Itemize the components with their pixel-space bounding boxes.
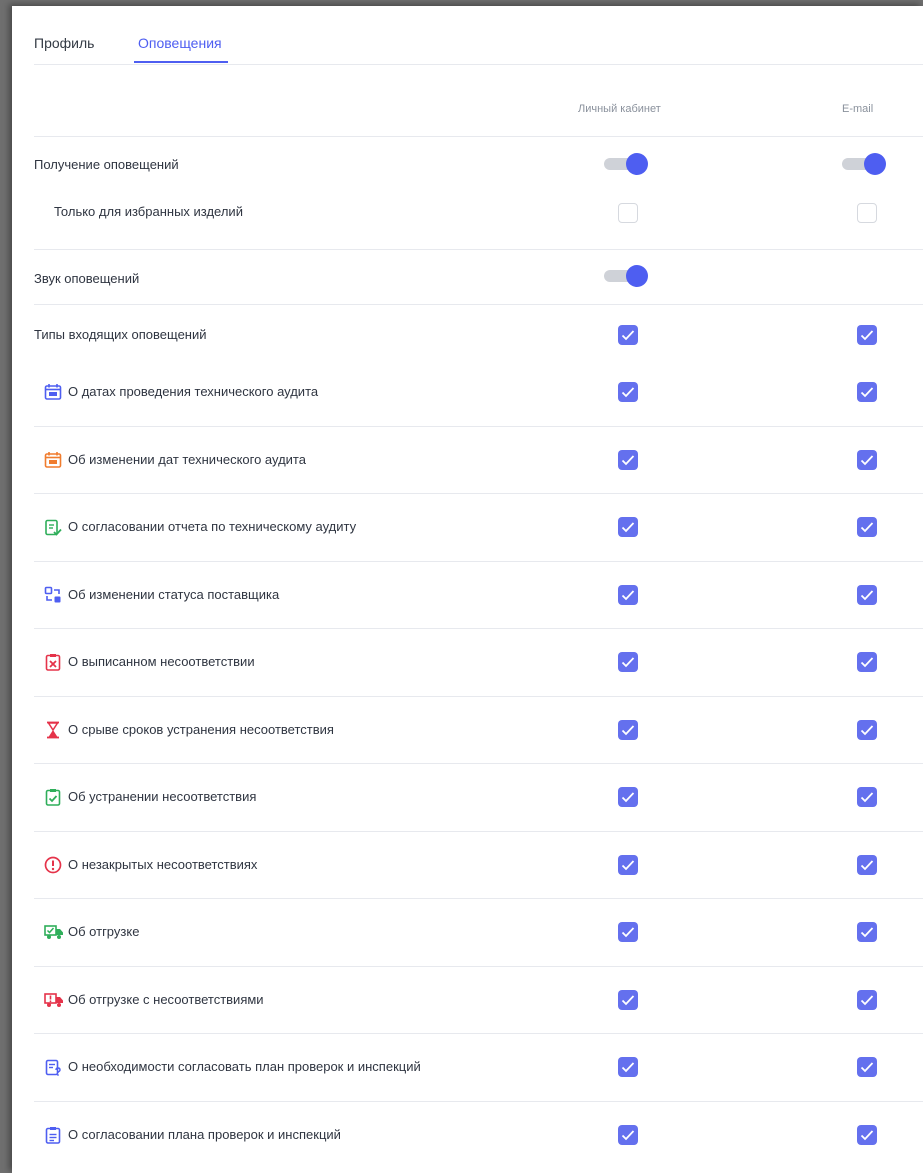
notification-type-label: Об изменении дат технического аудита	[68, 451, 306, 467]
notification-personal-checkbox[interactable]	[618, 787, 638, 807]
calendar-icon	[44, 383, 62, 401]
notification-type-label: О согласовании плана проверок и инспекци…	[68, 1126, 341, 1142]
truck-warning-icon	[44, 991, 63, 1009]
tab-bar: Профиль Оповещения	[34, 6, 923, 65]
toggle-knob	[626, 153, 648, 175]
toggle-knob	[626, 265, 648, 287]
incoming-types-label: Типы входящих оповещений	[34, 327, 207, 342]
notification-personal-checkbox[interactable]	[618, 449, 638, 470]
document-question-icon	[44, 1058, 62, 1076]
divider	[34, 136, 923, 137]
clipboard-check-icon	[44, 788, 62, 806]
favorites-email-checkbox[interactable]	[857, 203, 877, 223]
notification-email-checkbox[interactable]	[857, 989, 877, 1010]
notification-type-label: Об изменении статуса поставщика	[68, 586, 280, 602]
notification-email-checkbox[interactable]	[857, 584, 877, 605]
clipboard-x-icon	[44, 653, 62, 671]
notification-type-label: О необходимости согласовать план проверо…	[68, 1059, 421, 1074]
sound-personal-toggle[interactable]	[604, 265, 650, 287]
notification-email-checkbox[interactable]	[857, 1057, 877, 1077]
notification-personal-checkbox[interactable]	[618, 517, 638, 537]
divider	[34, 898, 923, 899]
divider	[34, 831, 923, 832]
divider	[34, 249, 923, 250]
types-email-checkbox[interactable]	[857, 325, 877, 345]
clipboard-list-icon	[44, 1126, 62, 1144]
notification-personal-checkbox[interactable]	[618, 719, 638, 740]
notification-email-checkbox[interactable]	[857, 382, 877, 402]
divider	[34, 1033, 923, 1034]
notification-type-label: О согласовании отчета по техническому ау…	[68, 519, 357, 534]
divider	[34, 561, 923, 562]
notification-type-label: О датах проведения технического аудита	[68, 384, 319, 399]
toggle-knob	[864, 153, 886, 175]
notification-type-label: О срыве сроков устранения несоответствия	[68, 721, 334, 737]
notification-personal-checkbox[interactable]	[618, 584, 638, 605]
alert-circle-icon	[44, 856, 62, 874]
divider	[34, 696, 923, 697]
notification-personal-checkbox[interactable]	[618, 382, 638, 402]
divider	[34, 628, 923, 629]
status-change-icon	[44, 586, 62, 604]
notification-email-checkbox[interactable]	[857, 652, 877, 672]
notification-type-label: Об отгрузке	[68, 924, 140, 939]
notification-personal-checkbox[interactable]	[618, 922, 638, 942]
report-approved-icon	[44, 518, 62, 536]
active-tab-indicator	[134, 61, 228, 63]
notification-personal-checkbox[interactable]	[618, 854, 638, 875]
notification-email-checkbox[interactable]	[857, 449, 877, 470]
favorites-only-label: Только для избранных изделий	[54, 204, 243, 219]
truck-icon	[44, 923, 63, 941]
tab-notifications[interactable]: Оповещения	[138, 35, 222, 51]
column-header-email: E-mail	[842, 103, 874, 115]
notification-personal-checkbox[interactable]	[618, 1124, 638, 1145]
notification-personal-checkbox[interactable]	[618, 989, 638, 1010]
notification-email-checkbox[interactable]	[857, 854, 877, 875]
column-header-personal: Личный кабинет	[578, 103, 661, 115]
receive-personal-toggle[interactable]	[604, 153, 650, 175]
notification-personal-checkbox[interactable]	[618, 652, 638, 672]
notification-email-checkbox[interactable]	[857, 787, 877, 807]
notification-personal-checkbox[interactable]	[618, 1057, 638, 1077]
divider	[34, 1101, 923, 1102]
divider	[34, 763, 923, 764]
notification-email-checkbox[interactable]	[857, 719, 877, 740]
hourglass-icon	[44, 721, 62, 739]
notification-email-checkbox[interactable]	[857, 517, 877, 537]
notification-type-label: Об отгрузке с несоответствиями	[68, 991, 264, 1007]
divider	[34, 426, 923, 427]
sound-label: Звук оповещений	[34, 271, 140, 286]
notification-type-label: О незакрытых несоответствиях	[68, 856, 258, 872]
divider	[34, 966, 923, 967]
types-personal-checkbox[interactable]	[618, 325, 638, 345]
notification-type-label: Об устранении несоответствия	[68, 789, 257, 804]
calendar-edit-icon	[44, 451, 62, 469]
notification-email-checkbox[interactable]	[857, 1124, 877, 1145]
notification-type-label: О выписанном несоответствии	[68, 654, 255, 669]
divider	[34, 304, 923, 305]
divider	[34, 493, 923, 494]
notification-email-checkbox[interactable]	[857, 922, 877, 942]
favorites-personal-checkbox[interactable]	[618, 203, 638, 223]
receive-notifications-label: Получение оповещений	[34, 157, 179, 172]
receive-email-toggle[interactable]	[842, 153, 888, 175]
notification-settings-panel: Профиль Оповещения Личный кабинет E-mail…	[12, 6, 923, 1173]
tab-profile[interactable]: Профиль	[34, 35, 94, 51]
